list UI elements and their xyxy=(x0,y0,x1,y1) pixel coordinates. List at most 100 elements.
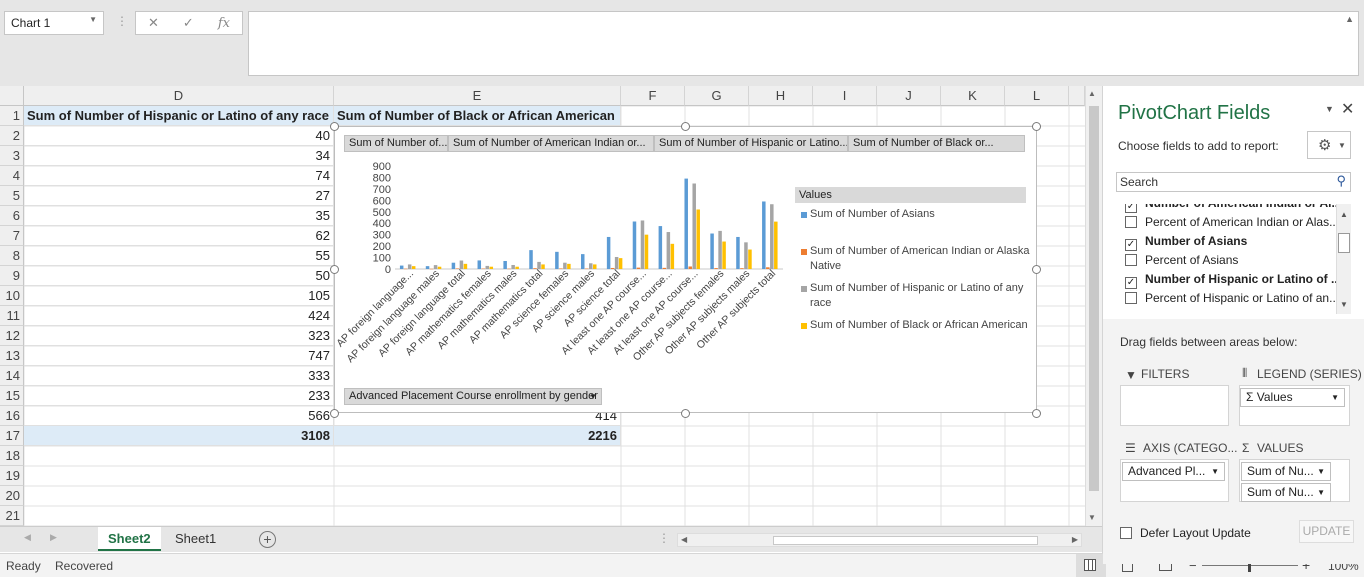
formula-input[interactable]: ▲ xyxy=(248,11,1359,76)
defer-update-checkbox[interactable]: Defer Layout Update xyxy=(1120,526,1251,540)
row-header-12[interactable]: 12 xyxy=(0,326,24,346)
tab-sheet1[interactable]: Sheet1 xyxy=(165,527,226,551)
function-icon[interactable]: fx xyxy=(218,16,230,31)
value-cell-d[interactable]: 105 xyxy=(24,286,334,306)
value-cell-d[interactable]: 35 xyxy=(24,206,334,226)
field-item[interactable]: ✓ Number of Asians xyxy=(1125,232,1337,251)
split-handle-icon[interactable]: ⋮ xyxy=(658,531,670,545)
cancel-icon[interactable]: ✕ xyxy=(148,15,159,31)
column-header-j[interactable]: J xyxy=(877,86,941,106)
value-cell-d[interactable]: 50 xyxy=(24,266,334,286)
row-header-8[interactable]: 8 xyxy=(0,246,24,266)
value-cell-d[interactable]: 34 xyxy=(24,146,334,166)
row-header-20[interactable]: 20 xyxy=(0,486,24,506)
column-header-e[interactable]: E xyxy=(334,86,621,106)
drag-handle-icon[interactable]: ⋮ xyxy=(116,14,128,28)
value-cell-d[interactable]: 40 xyxy=(24,126,334,146)
field-list-scrollbar[interactable]: ▲ ▼ xyxy=(1336,204,1351,314)
header-cell-d[interactable]: Sum of Number of Hispanic or Latino of a… xyxy=(24,106,334,126)
collapse-formula-icon[interactable]: ▲ xyxy=(1345,14,1354,24)
scroll-down-icon[interactable]: ▼ xyxy=(1088,513,1096,522)
scroll-down-icon[interactable]: ▼ xyxy=(1340,300,1348,309)
value-cell-d[interactable]: 62 xyxy=(24,226,334,246)
checked-checkbox-icon[interactable]: ✓ xyxy=(1125,204,1137,213)
values-field-pill-1[interactable]: Sum of Nu... ▼ xyxy=(1241,462,1331,481)
row-header-4[interactable]: 4 xyxy=(0,166,24,186)
resize-handle[interactable] xyxy=(330,265,339,274)
row-header-14[interactable]: 14 xyxy=(0,366,24,386)
column-header-g[interactable]: G xyxy=(685,86,749,106)
header-cell-e[interactable]: Sum of Number of Black or African Americ… xyxy=(334,106,621,126)
scroll-up-icon[interactable]: ▲ xyxy=(1088,89,1096,98)
column-header-i[interactable]: I xyxy=(813,86,877,106)
checked-checkbox-icon[interactable]: ✓ xyxy=(1125,277,1137,289)
row-header-1[interactable]: 1 xyxy=(0,106,24,126)
resize-handle[interactable] xyxy=(1032,265,1041,274)
field-button-2[interactable]: Sum of Number of American Indian or... xyxy=(448,135,654,152)
field-item[interactable]: ✓ Number of Hispanic or Latino of ... xyxy=(1125,270,1337,289)
resize-handle[interactable] xyxy=(681,122,690,131)
row-header-2[interactable]: 2 xyxy=(0,126,24,146)
value-cell-d[interactable]: 566 xyxy=(24,406,334,426)
chevron-down-icon[interactable]: ▼ xyxy=(89,15,97,24)
filters-drop-area[interactable] xyxy=(1120,385,1229,426)
checkbox-icon[interactable] xyxy=(1125,216,1137,228)
h-scroll-thumb[interactable] xyxy=(773,536,1038,545)
row-header-17[interactable]: 17 xyxy=(0,426,24,446)
row-header-15[interactable]: 15 xyxy=(0,386,24,406)
row-header-6[interactable]: 6 xyxy=(0,206,24,226)
normal-view-button[interactable] xyxy=(1076,554,1106,577)
prev-sheet-icon[interactable]: ◀ xyxy=(24,532,31,543)
resize-handle[interactable] xyxy=(1032,409,1041,418)
legend-values-pill[interactable]: Σ Values ▼ xyxy=(1240,388,1345,407)
checkbox-icon[interactable] xyxy=(1125,292,1137,304)
checkbox-icon[interactable] xyxy=(1125,254,1137,266)
update-button[interactable]: UPDATE xyxy=(1299,520,1354,543)
row-header-10[interactable]: 10 xyxy=(0,286,24,306)
field-item[interactable]: Percent of Asians xyxy=(1125,251,1337,270)
value-cell-d[interactable]: 74 xyxy=(24,166,334,186)
field-item[interactable]: Percent of American Indian or Alas... xyxy=(1125,213,1337,232)
pane-options-icon[interactable]: ▼ xyxy=(1325,104,1334,114)
chevron-down-icon[interactable]: ▼ xyxy=(589,389,597,404)
horizontal-scrollbar[interactable]: ◀ ▶ xyxy=(677,533,1082,547)
field-button-1[interactable]: Sum of Number of... xyxy=(344,135,448,152)
name-box[interactable]: Chart 1 ▼ xyxy=(4,11,104,35)
field-item[interactable]: ✓ Number of American Indian or Al... xyxy=(1125,204,1337,213)
value-cell-d[interactable]: 333 xyxy=(24,366,334,386)
column-header-d[interactable]: D xyxy=(24,86,334,106)
resize-handle[interactable] xyxy=(330,409,339,418)
value-cell-d[interactable]: 424 xyxy=(24,306,334,326)
value-cell-d[interactable]: 233 xyxy=(24,386,334,406)
scroll-left-icon[interactable]: ◀ xyxy=(681,535,687,544)
axis-field-pill[interactable]: Advanced Pl... ▼ xyxy=(1122,462,1225,481)
value-cell-d[interactable]: 27 xyxy=(24,186,334,206)
row-header-11[interactable]: 11 xyxy=(0,306,24,326)
row-header-9[interactable]: 9 xyxy=(0,266,24,286)
column-header-k[interactable]: K xyxy=(941,86,1005,106)
row-header-21[interactable]: 21 xyxy=(0,506,24,526)
field-button-3[interactable]: Sum of Number of Hispanic or Latino... xyxy=(654,135,848,152)
column-header-f[interactable]: F xyxy=(621,86,685,106)
row-header-13[interactable]: 13 xyxy=(0,346,24,366)
row-header-5[interactable]: 5 xyxy=(0,186,24,206)
select-all-corner[interactable] xyxy=(0,86,24,106)
plot-area[interactable]: 0100200300400500600700800900AP foreign l… xyxy=(335,155,785,385)
scroll-right-icon[interactable]: ▶ xyxy=(1072,535,1078,544)
row-header-18[interactable]: 18 xyxy=(0,446,24,466)
field-item[interactable]: Percent of Hispanic or Latino of an... xyxy=(1125,289,1337,308)
row-header-16[interactable]: 16 xyxy=(0,406,24,426)
column-header-h[interactable]: H xyxy=(749,86,813,106)
field-button-4[interactable]: Sum of Number of Black or... xyxy=(848,135,1025,152)
enter-icon[interactable]: ✓ xyxy=(183,15,194,31)
total-cell-e[interactable]: 2216 xyxy=(334,426,621,446)
resize-handle[interactable] xyxy=(330,122,339,131)
tab-sheet2[interactable]: Sheet2 xyxy=(98,527,161,551)
scroll-thumb[interactable] xyxy=(1089,106,1099,491)
value-cell-d[interactable]: 55 xyxy=(24,246,334,266)
row-header-3[interactable]: 3 xyxy=(0,146,24,166)
axis-field-button[interactable]: Advanced Placement Course enrollment by … xyxy=(344,388,602,405)
value-cell-d[interactable]: 747 xyxy=(24,346,334,366)
vertical-scrollbar[interactable]: ▲ ▼ xyxy=(1085,86,1102,526)
next-sheet-icon[interactable]: ▶ xyxy=(50,532,57,543)
